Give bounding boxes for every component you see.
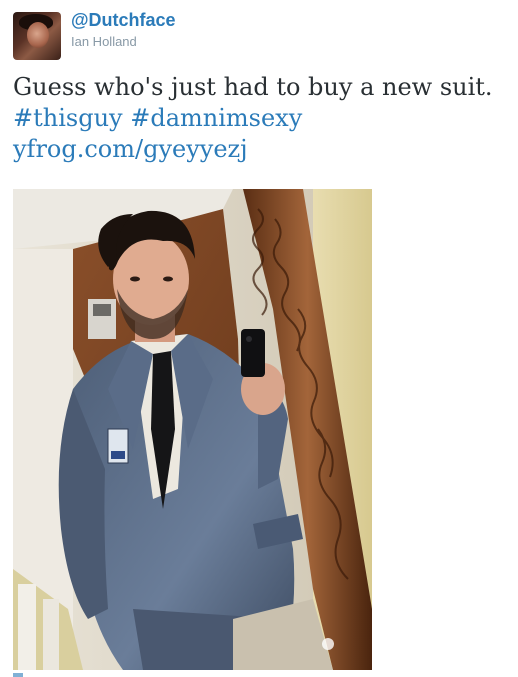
link-line: yfrog.com/gyeyyezj xyxy=(13,134,508,165)
tweet-card: @Dutchface Ian Holland Guess who's just … xyxy=(0,0,518,677)
avatar-face xyxy=(27,22,49,48)
avatar[interactable] xyxy=(13,12,61,60)
hashtag-link[interactable]: #thisguy xyxy=(13,104,123,132)
footer-indicator xyxy=(13,673,23,677)
tweet-body: Guess who's just had to buy a new suit. xyxy=(13,73,493,101)
user-handle-link[interactable]: @Dutchface xyxy=(71,9,176,31)
user-full-name: Ian Holland xyxy=(71,34,137,49)
yfrog-link[interactable]: yfrog.com/gyeyyezj xyxy=(13,135,248,163)
tweet-photo[interactable] xyxy=(13,189,372,670)
photo-illustration xyxy=(13,189,372,670)
hashtag-line: #thisguy #damnimsexy xyxy=(13,103,508,134)
tweet-text: Guess who's just had to buy a new suit. … xyxy=(13,72,508,165)
hashtag-link[interactable]: #damnimsexy xyxy=(130,104,302,132)
